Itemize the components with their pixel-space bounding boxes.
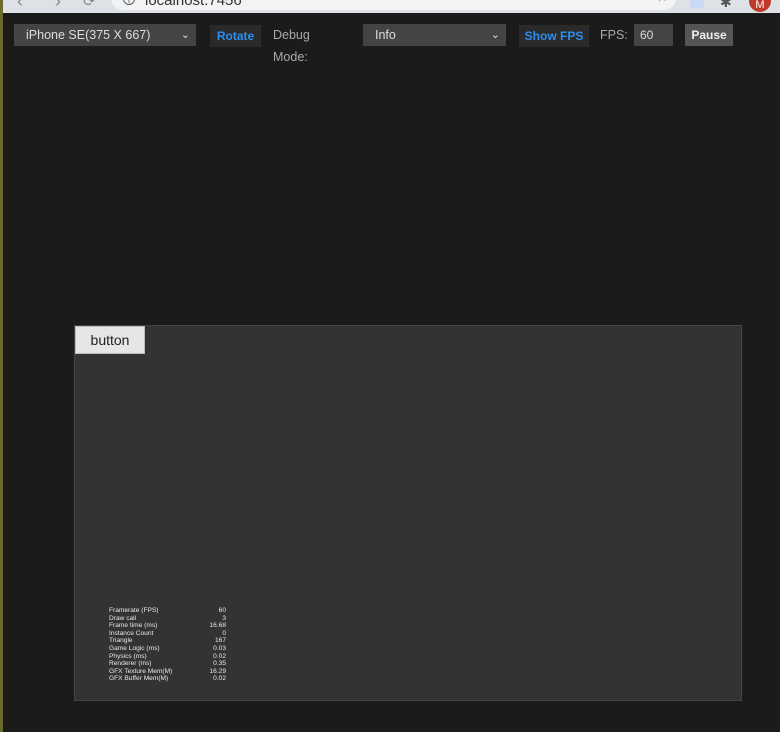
stat-row: Framerate (FPS) 60 xyxy=(109,607,226,615)
stat-label: Instance Count xyxy=(109,629,154,637)
rotate-button[interactable]: Rotate xyxy=(210,25,261,47)
stat-label: GFX Texture Mem(M) xyxy=(109,667,173,675)
stat-value: 0.02 xyxy=(213,675,226,683)
forward-icon[interactable]: › xyxy=(55,0,61,12)
stat-value: 0.35 xyxy=(213,660,226,668)
stat-value: 0 xyxy=(222,629,226,637)
stat-value: 0.03 xyxy=(213,644,226,652)
stat-row: Game Logic (ms) 0.03 xyxy=(109,645,226,653)
stat-label: Frame time (ms) xyxy=(109,622,158,630)
stat-row: Frame time (ms) 16.68 xyxy=(109,622,226,630)
stat-value: 3 xyxy=(222,614,226,622)
debug-mode-label: Debug Mode: xyxy=(273,28,310,64)
stat-row: Renderer (ms) 0.35 xyxy=(109,660,226,668)
stat-row: Physics (ms) 0.02 xyxy=(109,653,226,661)
game-canvas[interactable]: button Framerate (FPS) 60 Draw call 3 Frame … xyxy=(74,325,742,701)
fps-input[interactable]: 60 xyxy=(634,24,673,46)
stat-label: Framerate (FPS) xyxy=(109,607,159,614)
site-info-icon[interactable]: i xyxy=(123,0,135,5)
browser-chrome: ‹ › ⟳ i localhost:7456 ☆ ✱ M xyxy=(3,0,780,13)
chevron-down-icon: ⌄ xyxy=(180,29,190,41)
stat-label: Renderer (ms) xyxy=(109,660,152,668)
extension-icon[interactable] xyxy=(690,0,704,8)
pause-button[interactable]: Pause xyxy=(685,24,733,46)
device-select[interactable]: iPhone SE(375 X 667) ⌄ xyxy=(14,24,196,46)
stat-label: Triangle xyxy=(109,637,133,645)
chevron-down-icon: ⌄ xyxy=(490,29,500,41)
game-button[interactable]: button xyxy=(75,326,145,354)
extensions-puzzle-icon[interactable]: ✱ xyxy=(720,0,732,11)
stat-value: 16.29 xyxy=(209,667,226,675)
profiler-stats: Framerate (FPS) 60 Draw call 3 Frame time (m… xyxy=(109,607,226,683)
fps-label: FPS: xyxy=(600,28,628,42)
debug-mode-select[interactable]: Info ⌄ xyxy=(363,24,506,46)
bookmark-star-icon[interactable]: ☆ xyxy=(656,0,669,5)
stat-row: Triangle 167 xyxy=(109,637,226,645)
address-bar[interactable]: i localhost:7456 ☆ xyxy=(111,0,676,10)
stat-row: GFX Texture Mem(M) 16.29 xyxy=(109,668,226,676)
stat-row: Instance Count 0 xyxy=(109,630,226,638)
show-fps-button[interactable]: Show FPS xyxy=(519,25,589,47)
url-text: localhost:7456 xyxy=(145,0,242,9)
stat-value: 0.02 xyxy=(213,652,226,660)
stat-label: Game Logic (ms) xyxy=(109,644,160,652)
stat-value: 167 xyxy=(214,637,226,645)
stat-value: 60 xyxy=(218,607,226,614)
stat-label: Physics (ms) xyxy=(109,652,147,660)
stat-label: GFX Buffer Mem(M) xyxy=(109,675,169,683)
reload-icon[interactable]: ⟳ xyxy=(83,0,96,10)
debug-mode-value: Info xyxy=(375,28,396,42)
stat-label: Draw call xyxy=(109,614,137,622)
back-icon[interactable]: ‹ xyxy=(17,0,23,12)
stat-row: Draw call 3 xyxy=(109,615,226,623)
stat-value: 16.68 xyxy=(209,622,226,630)
stat-row: GFX Buffer Mem(M) 0.02 xyxy=(109,675,226,683)
window-edge xyxy=(0,0,3,732)
profile-avatar[interactable]: M xyxy=(749,0,771,12)
device-select-value: iPhone SE(375 X 667) xyxy=(26,28,151,42)
